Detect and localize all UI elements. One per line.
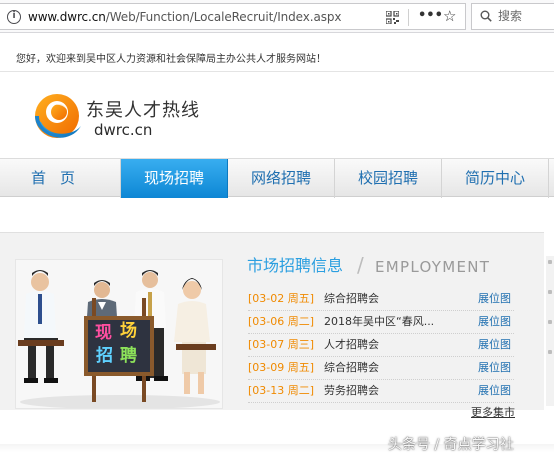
toolbar-divider — [408, 9, 409, 26]
logo-domain: dwrc.cn — [94, 121, 153, 139]
job-fair-row[interactable]: [03-07 周三] 人才招聘会 展位图 — [248, 334, 514, 357]
more-fairs-link[interactable]: 更多集市 — [471, 406, 515, 420]
nav-home[interactable]: 首页 — [0, 159, 121, 198]
search-input[interactable] — [498, 8, 554, 24]
more-actions-icon[interactable]: ••• — [418, 8, 443, 24]
main-nav: 首页 现场招聘 网络招聘 校园招聘 简历中心 — [0, 158, 554, 198]
sign-char-1: 现 — [95, 323, 112, 343]
job-fair-date: [03-09 周五] — [248, 361, 315, 374]
scroll-mark — [548, 350, 552, 354]
url-host: www.dwrc.cn — [28, 10, 106, 24]
job-fair-row[interactable]: [03-13 周二] 劳务招聘会 展位图 — [248, 380, 514, 403]
bookmark-star-icon[interactable]: ☆ — [443, 7, 456, 25]
logo-title: 东吴人才热线 — [86, 100, 200, 121]
job-fair-date: [03-02 周五] — [248, 292, 315, 305]
scroll-mark — [548, 260, 552, 264]
job-fair-name[interactable]: 2018年吴中区“春风... — [324, 315, 434, 329]
job-fair-row[interactable]: [03-06 周二] 2018年吴中区“春风... 展位图 — [248, 311, 514, 334]
browser-toolbar: i www.dwrc.cn/Web/Function/LocaleRecruit… — [0, 0, 554, 33]
title-divider: / — [357, 253, 364, 277]
sign-char-4: 聘 — [120, 346, 137, 366]
qr-code-icon[interactable] — [386, 11, 399, 24]
job-fair-row[interactable]: [03-09 周五] 综合招聘会 展位图 — [248, 357, 514, 380]
job-fair-row[interactable]: [03-02 周五] 综合招聘会 展位图 — [248, 288, 514, 311]
nav-online-recruit[interactable]: 网络招聘 — [228, 159, 335, 198]
job-fair-date: [03-07 周三] — [248, 338, 315, 351]
recruit-section-title: 市场招聘信息 — [247, 256, 344, 275]
booth-map-link[interactable]: 展位图 — [478, 338, 511, 352]
welcome-text: 您好，欢迎来到吴中区人力资源和社会保障局主办公共人才服务网站！ — [16, 54, 326, 65]
booth-map-link[interactable]: 展位图 — [478, 384, 511, 398]
booth-map-link[interactable]: 展位图 — [478, 361, 511, 375]
side-scroll-indicator[interactable] — [546, 256, 554, 406]
url-text[interactable]: www.dwrc.cn/Web/Function/LocaleRecruit/I… — [28, 9, 341, 25]
recruit-photo: 现 场 招 聘 — [15, 259, 223, 409]
job-fair-date: [03-13 周二] — [248, 384, 315, 397]
booth-map-link[interactable]: 展位图 — [478, 292, 511, 306]
scroll-mark — [548, 320, 552, 324]
nav-resume-center[interactable]: 简历中心 — [442, 159, 549, 198]
job-fair-date: [03-06 周二] — [248, 315, 315, 328]
job-fair-list: [03-02 周五] 综合招聘会 展位图 [03-06 周二] 2018年吴中区… — [248, 288, 514, 403]
search-icon — [480, 10, 492, 22]
booth-map-link[interactable]: 展位图 — [478, 315, 511, 329]
nav-campus-recruit[interactable]: 校园招聘 — [335, 159, 442, 198]
nav-online-recruit-label: 网络招聘 — [250, 169, 311, 187]
sign-char-2: 场 — [120, 321, 137, 341]
nav-onsite-recruit[interactable]: 现场招聘 — [121, 159, 228, 198]
site-logo-icon[interactable] — [29, 90, 85, 146]
welcome-bar: 您好，欢迎来到吴中区人力资源和社会保障局主办公共人才服务网站！ — [0, 50, 554, 72]
nav-campus-recruit-label: 校园招聘 — [357, 169, 418, 187]
search-box[interactable] — [471, 3, 554, 30]
info-icon[interactable]: i — [7, 10, 21, 24]
address-bar[interactable]: i www.dwrc.cn/Web/Function/LocaleRecruit… — [0, 3, 466, 30]
watermark-text: 头条号 / 奇点学习社 — [388, 437, 514, 453]
url-path: /Web/Function/LocaleRecruit/Index.aspx — [105, 10, 342, 24]
job-fair-name[interactable]: 劳务招聘会 — [324, 384, 379, 398]
sign-char-3: 招 — [96, 346, 113, 366]
nav-resume-center-label: 简历中心 — [464, 169, 525, 187]
job-fair-name[interactable]: 人才招聘会 — [324, 338, 379, 352]
scroll-mark — [548, 290, 552, 294]
nav-home-label: 首页 — [30, 169, 89, 187]
job-fair-name[interactable]: 综合招聘会 — [324, 292, 379, 306]
recruit-section-title-en: EMPLOYMENT — [375, 258, 491, 276]
job-fair-name[interactable]: 综合招聘会 — [324, 361, 379, 375]
nav-onsite-recruit-label: 现场招聘 — [143, 169, 204, 187]
